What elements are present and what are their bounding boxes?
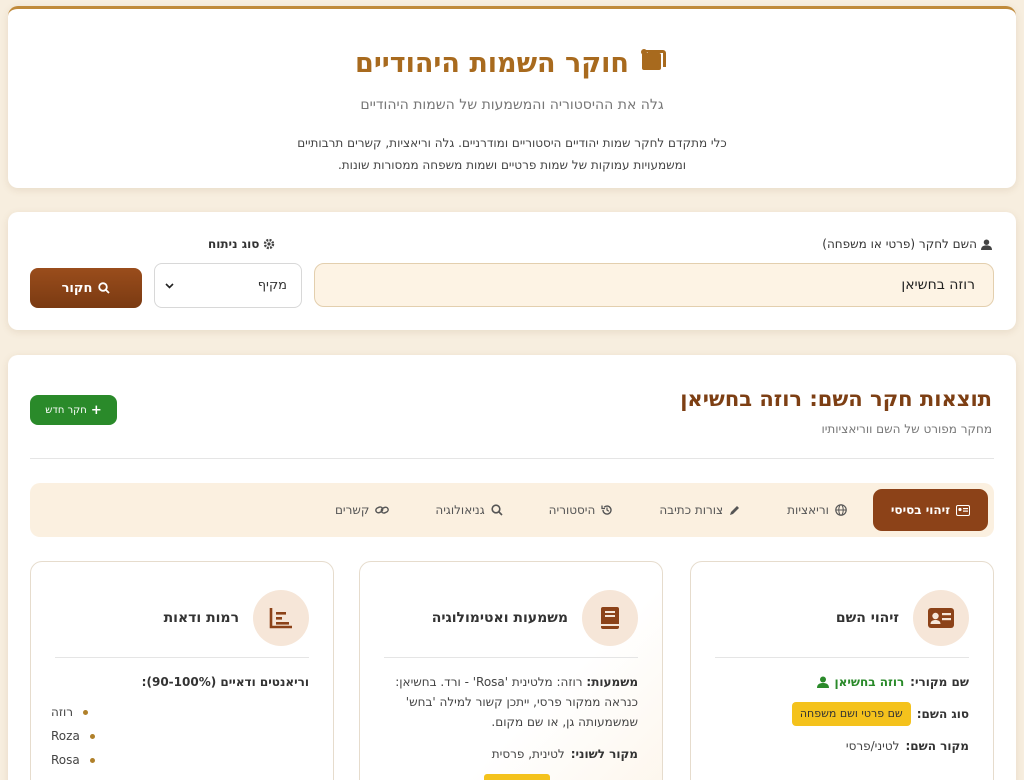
app-subtitle: גלה את ההיסטוריה והמשמעות של השמות היהוד… [360, 97, 664, 113]
language-source-row: מקור לשוני: לטינית, פרסית [380, 744, 638, 764]
highlight-bar [484, 774, 550, 780]
field-key: מקור לשוני: [570, 747, 638, 761]
type-label-text: סוג ניתוח [208, 237, 260, 251]
description-line: ומשמעויות עמוקות של שמות פרטיים ושמות מש… [337, 158, 687, 172]
results-tabs: זיהוי בסיסי וריאציות צורות כתיבה היסטורי… [30, 483, 994, 537]
search-icon [491, 504, 503, 516]
results-title: תוצאות חקר השם: רוזה בחשיאן [680, 387, 992, 411]
panel-name-identity: זיהוי השם שם מקורי: רוזה בחשיאן סוג השם:… [690, 561, 994, 780]
tab-genealogy[interactable]: גניאולוגיה [415, 489, 522, 531]
tab-label: צורות כתיבה [659, 503, 724, 517]
panel-header: זיהוי השם [715, 588, 969, 648]
explore-button[interactable]: חקור [30, 268, 142, 308]
description-line: כלי מתקדם לחקר שמות יהודיים היסטוריים ומ… [297, 136, 727, 150]
explore-button-label: חקור [61, 280, 93, 296]
variant-text: Roza [51, 729, 80, 743]
analysis-type-select[interactable]: מקיף [154, 263, 302, 308]
variant-text: רוזה [51, 705, 74, 719]
tab-label: זיהוי בסיסי [890, 503, 950, 517]
panel-body: שם מקורי: רוזה בחשיאן סוג השם: שם פרטי ו… [711, 672, 969, 766]
chart-icon [253, 590, 309, 646]
field-key: מקור השם: [905, 739, 969, 753]
app-description: כלי מתקדם לחקר שמות יהודיים היסטוריים ומ… [8, 132, 1016, 176]
user-icon [816, 676, 829, 688]
tab-label: וריאציות [787, 503, 829, 517]
field-key: סוג השם: [916, 707, 969, 721]
panel-divider [715, 657, 969, 658]
gear-icon [264, 238, 275, 250]
list-item: Rosa [51, 748, 309, 772]
panel-body: וריאנטים ודאיים (90-100%): רוזה Roza Ros… [51, 672, 309, 772]
globe-icon [835, 504, 847, 516]
panel-header: משמעות ואטימולוגיה [384, 588, 638, 648]
panel-confidence-levels: רמות ודאות וריאנטים ודאיים (90-100%): רו… [30, 561, 334, 780]
bullet-icon [89, 733, 95, 739]
variant-text: Rosa [51, 753, 80, 767]
bullet-icon [83, 709, 89, 715]
panel-divider [55, 657, 309, 658]
panel-divider [384, 657, 638, 658]
chevron-down-icon [165, 282, 174, 289]
name-source-row: מקור השם: לטיני/פרסי [711, 736, 969, 756]
tab-spellings[interactable]: צורות כתיבה [639, 489, 761, 531]
search-card: השם לחקר (פרטי או משפחה) סוג ניתוח מקיף … [8, 212, 1016, 330]
name-source-value: לטיני/פרסי [845, 739, 900, 753]
certain-variants-heading: וריאנטים ודאיים (90-100%): [141, 675, 309, 689]
id-card-icon [956, 504, 970, 516]
meaning-paragraph: משמעות: רוזה: מלטינית 'Rosa' - ורד. בחשי… [380, 672, 638, 732]
id-card-icon [913, 590, 969, 646]
name-search-input[interactable] [314, 263, 994, 307]
bullet-icon [89, 757, 95, 763]
type-label: סוג ניתוח [208, 237, 275, 251]
field-key: שם מקורי: [910, 675, 969, 689]
results-divider [30, 458, 994, 459]
results-card: תוצאות חקר השם: רוזה בחשיאן מחקר מפורט ש… [8, 355, 1016, 780]
tab-basic-id[interactable]: זיהוי בסיסי [872, 489, 988, 531]
results-subtitle: מחקר מפורט של השם ווריאציותיו [821, 422, 992, 436]
tab-connections[interactable]: קשרים [315, 489, 409, 531]
language-source-value: לטינית, פרסית [491, 747, 565, 761]
book-icon [582, 590, 638, 646]
list-item: Roza [51, 724, 309, 748]
analysis-type-value: מקיף [257, 278, 287, 293]
tab-label: קשרים [334, 503, 370, 517]
tab-label: גניאולוגיה [435, 503, 485, 517]
certain-variants-list: רוזה Roza Rosa [51, 700, 309, 772]
user-icon [981, 238, 992, 250]
panel-header: רמות ודאות [55, 588, 309, 648]
name-type-row: סוג השם: שם פרטי ושם משפחה [711, 702, 969, 726]
original-name-value: רוזה בחשיאן [834, 675, 905, 689]
plus-icon: + [90, 402, 102, 418]
history-icon [601, 505, 613, 515]
app-header: חוקר השמות היהודיים גלה את ההיסטוריה והמ… [8, 6, 1016, 188]
search-icon [98, 282, 111, 294]
app-title: חוקר השמות היהודיים [355, 48, 629, 79]
panel-body: משמעות: רוזה: מלטינית 'Rosa' - ורד. בחשי… [380, 672, 638, 780]
name-label-text: השם לחקר (פרטי או משפחה) [822, 237, 977, 251]
tab-label: היסטוריה [548, 503, 596, 517]
app-title-row: חוקר השמות היהודיים [8, 47, 1016, 80]
original-name-row: שם מקורי: רוזה בחשיאן [711, 672, 969, 692]
new-search-label: חקר חדש [45, 404, 87, 416]
panel-title: זיהוי השם [835, 610, 899, 626]
name-label: השם לחקר (פרטי או משפחה) [822, 237, 992, 251]
panel-meaning-etymology: משמעות ואטימולוגיה משמעות: רוזה: מלטינית… [359, 561, 663, 780]
scroll-icon [639, 47, 669, 80]
panel-title: רמות ודאות [163, 610, 239, 626]
new-search-button[interactable]: + חקר חדש [30, 395, 117, 425]
pencil-icon [730, 506, 740, 515]
panel-title: משמעות ואטימולוגיה [431, 610, 568, 626]
name-type-badge: שם פרטי ושם משפחה [791, 702, 911, 726]
link-icon [375, 506, 390, 514]
field-key: משמעות: [586, 675, 638, 689]
tab-history[interactable]: היסטוריה [529, 489, 634, 531]
list-item: רוזה [51, 700, 309, 724]
tab-variations[interactable]: וריאציות [767, 489, 867, 531]
